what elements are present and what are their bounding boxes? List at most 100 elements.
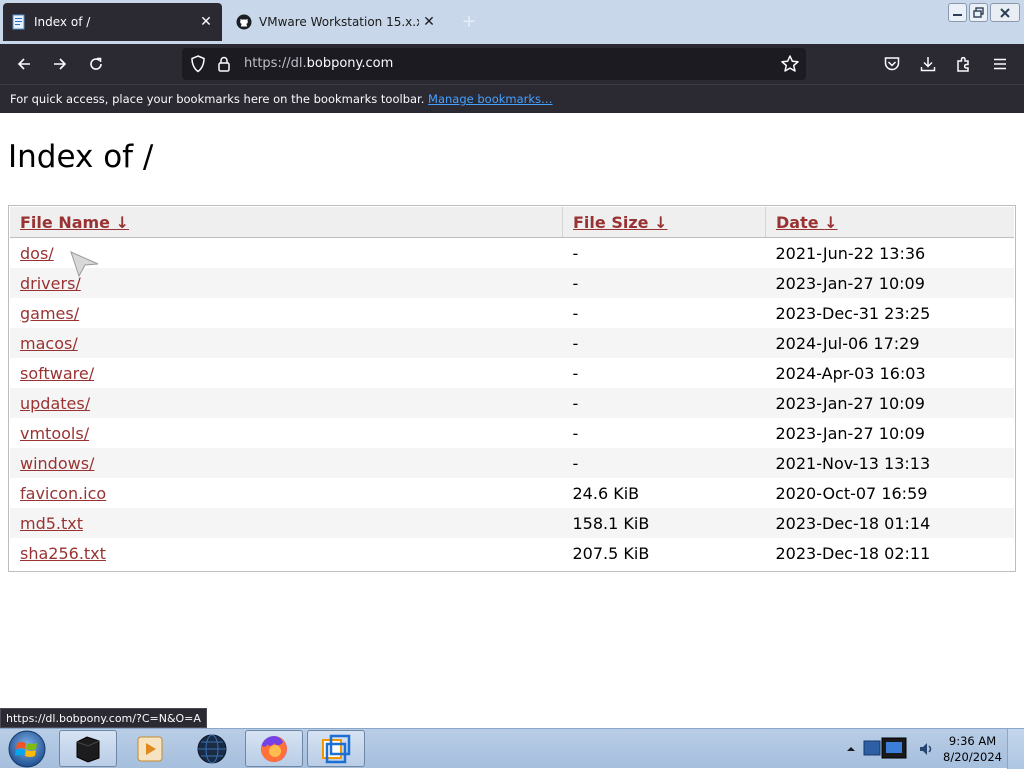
file-link[interactable]: macos/ (20, 334, 78, 353)
file-date-cell: 2021-Jun-22 13:36 (775, 243, 926, 263)
sort-by-date-link[interactable]: Date ↓ (776, 213, 838, 232)
table-row: games/ - 2023-Dec-31 23:25 (10, 298, 1014, 328)
file-name-cell: favicon.ico (10, 478, 563, 508)
taskbar-app-virtualbox[interactable] (307, 730, 365, 767)
file-table: File Name ↓ File Size ↓ Date ↓ dos/-2021… (10, 207, 1014, 568)
show-hidden-icons-icon[interactable] (846, 744, 856, 754)
volume-icon[interactable] (918, 741, 934, 757)
downloads-button[interactable] (914, 50, 942, 78)
table-row: drivers/-2023-Jan-27 10:09 (10, 268, 1014, 298)
file-size-cell: - (572, 363, 579, 383)
taskbar-app-terminal[interactable] (59, 730, 117, 767)
forward-arrow-icon (54, 58, 67, 70)
new-tab-button[interactable]: + (459, 12, 479, 32)
restore-icon[interactable] (969, 3, 988, 22)
file-size-cell: - (562, 268, 766, 298)
globe-icon (197, 734, 227, 763)
terminal-app-icon (76, 735, 100, 763)
file-date-cell: 2020-Oct-07 16:59 (775, 483, 928, 503)
url-host: bobpony.com (306, 56, 394, 71)
sort-arrow-icon: ↓ (654, 212, 668, 232)
reload-icon (90, 57, 102, 70)
clock-date: 8/20/2024 (943, 750, 1002, 764)
network-icon[interactable] (862, 735, 912, 763)
github-icon (236, 14, 252, 30)
url-text[interactable]: https://dl.bobpony.com (244, 56, 393, 71)
file-name-cell: software/ (10, 358, 563, 388)
table-row: dos/ - 2021-Jun-22 13:36 (10, 238, 1014, 269)
navigation-toolbar: https://dl.bobpony.com (0, 44, 1024, 84)
file-date-cell: 2023-Dec-18 01:14 (765, 508, 1014, 538)
close-window-icon[interactable] (990, 3, 1020, 22)
clock[interactable]: 9:36 AM 8/20/2024 (943, 733, 1002, 765)
table-row: macos/ -2024-Jul-06 17:29 (10, 328, 1014, 358)
media-player-icon (137, 736, 163, 761)
file-name-cell: vmtools/ (10, 418, 563, 448)
taskbar-app-firefox[interactable] (245, 730, 303, 767)
taskbar-app-globe[interactable] (183, 730, 241, 767)
menu-button[interactable] (986, 50, 1014, 78)
taskbar: 9:36 AM 8/20/2024 (0, 728, 1024, 769)
pocket-icon (884, 57, 900, 71)
address-bar[interactable]: https://dl.bobpony.com (182, 48, 806, 80)
tab-title: Index of / (34, 15, 91, 29)
file-size-cell: - (572, 243, 579, 263)
file-size-cell: - (562, 388, 766, 418)
file-link[interactable]: sha256.txt (20, 544, 106, 563)
file-date-cell: 2021-Nov-13 13:13 (765, 448, 1014, 478)
file-date-cell: 2023-Jan-27 10:09 (775, 423, 925, 443)
back-button[interactable] (10, 50, 38, 78)
file-link[interactable]: windows/ (20, 454, 94, 473)
back-arrow-icon (17, 58, 30, 70)
tab-vmware[interactable]: VMware Workstation 15.x.x seri ✕ (230, 3, 445, 41)
file-date-cell: 2024-Apr-03 16:03 (775, 363, 926, 383)
file-link[interactable]: software/ (20, 364, 94, 383)
file-date-cell: 2023-Jan-27 10:09 (765, 388, 1014, 418)
file-date-cell: 2023-Jan-27 10:09 (765, 268, 1014, 298)
file-name-cell: games/ (10, 298, 563, 328)
file-name-cell: windows/ (10, 448, 563, 478)
link-status-tooltip: https://dl.bobpony.com/?C=N&O=A (0, 708, 207, 728)
window-controls (946, 3, 1020, 22)
column-label: File Name (20, 212, 111, 232)
reload-button[interactable] (82, 50, 110, 78)
close-tab-icon[interactable]: ✕ (419, 12, 439, 32)
file-size-cell: - (562, 328, 766, 358)
sort-by-name-link[interactable]: File Name ↓ (20, 213, 129, 232)
taskbar-app-media[interactable] (121, 730, 179, 767)
minimize-icon[interactable] (948, 3, 967, 22)
file-date-cell: 2023-Dec-31 23:25 (775, 303, 931, 323)
manage-bookmarks-link[interactable]: Manage bookmarks… (428, 92, 553, 106)
file-size-cell: - (572, 303, 579, 323)
bookmarks-hint-text: For quick access, place your bookmarks h… (10, 92, 425, 106)
system-tray: 9:36 AM 8/20/2024 (844, 729, 1024, 769)
puzzle-piece-icon (957, 56, 969, 72)
table-row: md5.txt 158.1 KiB 2023-Dec-18 01:14 (10, 508, 1014, 538)
document-icon (12, 14, 25, 30)
file-link[interactable]: md5.txt (20, 514, 83, 533)
file-date-cell: 2023-Dec-18 02:11 (775, 543, 931, 563)
extensions-button[interactable] (950, 50, 978, 78)
tab-index-of[interactable]: Index of / ✕ (3, 3, 222, 41)
file-name-cell: sha256.txt (10, 538, 563, 568)
column-label: Date (776, 212, 819, 232)
url-prefix: https://dl. (244, 56, 307, 71)
pocket-button[interactable] (878, 50, 906, 78)
file-link[interactable]: favicon.ico (20, 484, 106, 503)
clock-time: 9:36 AM (948, 734, 997, 748)
file-link[interactable]: games/ (20, 304, 79, 323)
file-rows: dos/-2021-Jun-22 13:36 drivers/-2023-Jan-… (10, 238, 1014, 569)
page-title: Index of / (8, 139, 154, 175)
show-desktop-button[interactable] (1007, 729, 1024, 769)
lock-icon[interactable] (217, 55, 231, 73)
file-name-cell: updates/ (10, 388, 563, 418)
close-tab-icon[interactable]: ✕ (196, 12, 216, 32)
bookmark-star-icon[interactable] (780, 54, 800, 74)
start-button[interactable] (4, 729, 50, 769)
forward-button[interactable] (46, 50, 74, 78)
tracking-protection-shield-icon[interactable] (190, 55, 206, 73)
sort-by-size-link[interactable]: File Size ↓ (573, 213, 667, 232)
file-link[interactable]: dos/ (20, 244, 54, 263)
file-link[interactable]: vmtools/ (20, 424, 89, 443)
file-link[interactable]: updates/ (20, 394, 90, 413)
